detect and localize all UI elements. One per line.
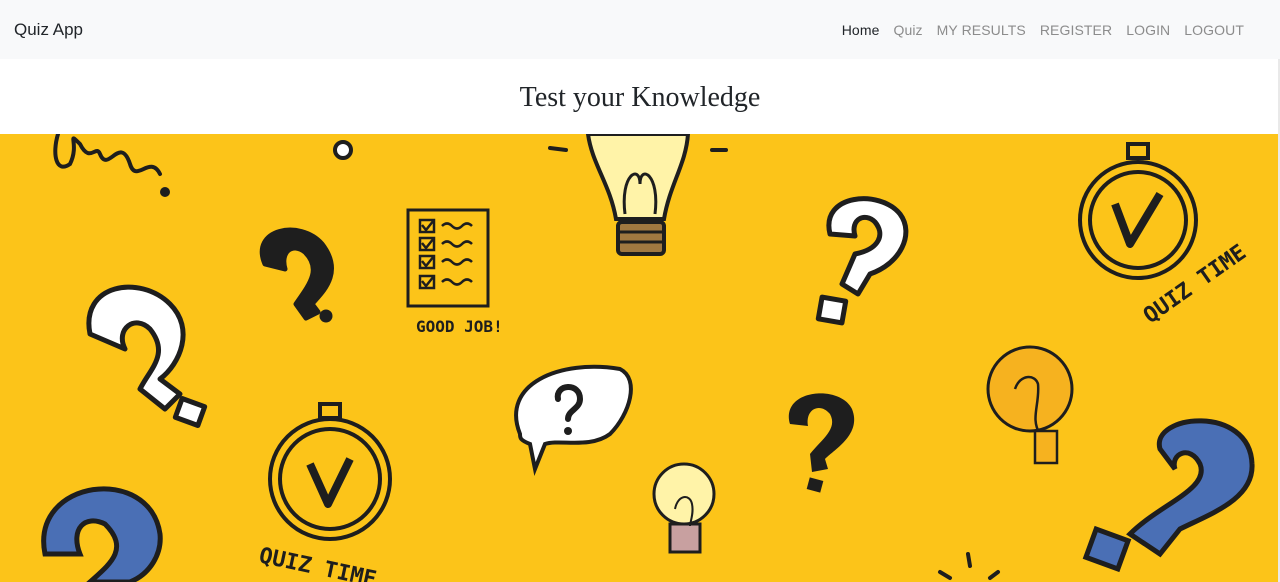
- nav-logout-link[interactable]: LOGOUT: [1184, 22, 1244, 38]
- nav-quiz-link[interactable]: Quiz: [893, 22, 922, 38]
- nav-home-link[interactable]: Home: [842, 22, 880, 38]
- good-job-text: GOOD JOB!: [416, 317, 503, 336]
- dot-icon: [333, 140, 353, 160]
- nav-login-link[interactable]: LOGIN: [1126, 22, 1170, 38]
- nav-my-results-link[interactable]: MY RESULTS: [937, 22, 1026, 38]
- page-title: Test your Knowledge: [519, 81, 761, 113]
- checklist-icon: [406, 208, 490, 308]
- nav-links: Home Quiz MY RESULTS REGISTER LOGIN LOGO…: [842, 22, 1244, 38]
- page-header: Test your Knowledge: [0, 59, 1280, 134]
- hero-illustration: GOOD JOB! QUIZ TIME QUIZ TIME: [0, 134, 1278, 582]
- nav-register-link[interactable]: REGISTER: [1040, 22, 1112, 38]
- hero-banner: GOOD JOB! QUIZ TIME QUIZ TIME: [0, 134, 1278, 582]
- brand-link[interactable]: Quiz App: [14, 20, 83, 40]
- navbar: Quiz App Home Quiz MY RESULTS REGISTER L…: [0, 0, 1280, 59]
